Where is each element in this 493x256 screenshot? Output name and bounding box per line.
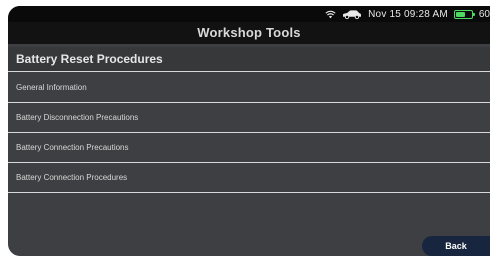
list-item-battery-disconnection-precautions[interactable]: Battery Disconnection Precautions: [8, 103, 490, 133]
status-date: Nov 15: [368, 8, 402, 20]
car-icon: [342, 9, 362, 19]
wifi-icon: [325, 10, 336, 19]
list-item-battery-connection-precautions[interactable]: Battery Connection Precautions: [8, 133, 490, 163]
battery-fill: [455, 11, 465, 17]
battery-percent: 60: [478, 8, 490, 20]
page-title: Workshop Tools: [8, 22, 490, 44]
status-datetime: Nov 15 09:28 AM: [368, 9, 448, 20]
list-item-general-information[interactable]: General Information: [8, 73, 490, 103]
status-time: 09:28 AM: [404, 8, 448, 20]
status-indicators: Nov 15 09:28 AM 60: [325, 6, 490, 22]
procedure-list: General Information Battery Disconnectio…: [8, 73, 490, 193]
back-button[interactable]: Back: [422, 236, 490, 256]
status-bar: Nov 15 09:28 AM 60: [8, 6, 490, 22]
section-title: Battery Reset Procedures: [8, 47, 490, 72]
list-item-battery-connection-procedures[interactable]: Battery Connection Procedures: [8, 163, 490, 193]
battery-icon: [453, 9, 475, 19]
app-window: Nov 15 09:28 AM 60 Workshop Tools Batter…: [8, 6, 490, 256]
